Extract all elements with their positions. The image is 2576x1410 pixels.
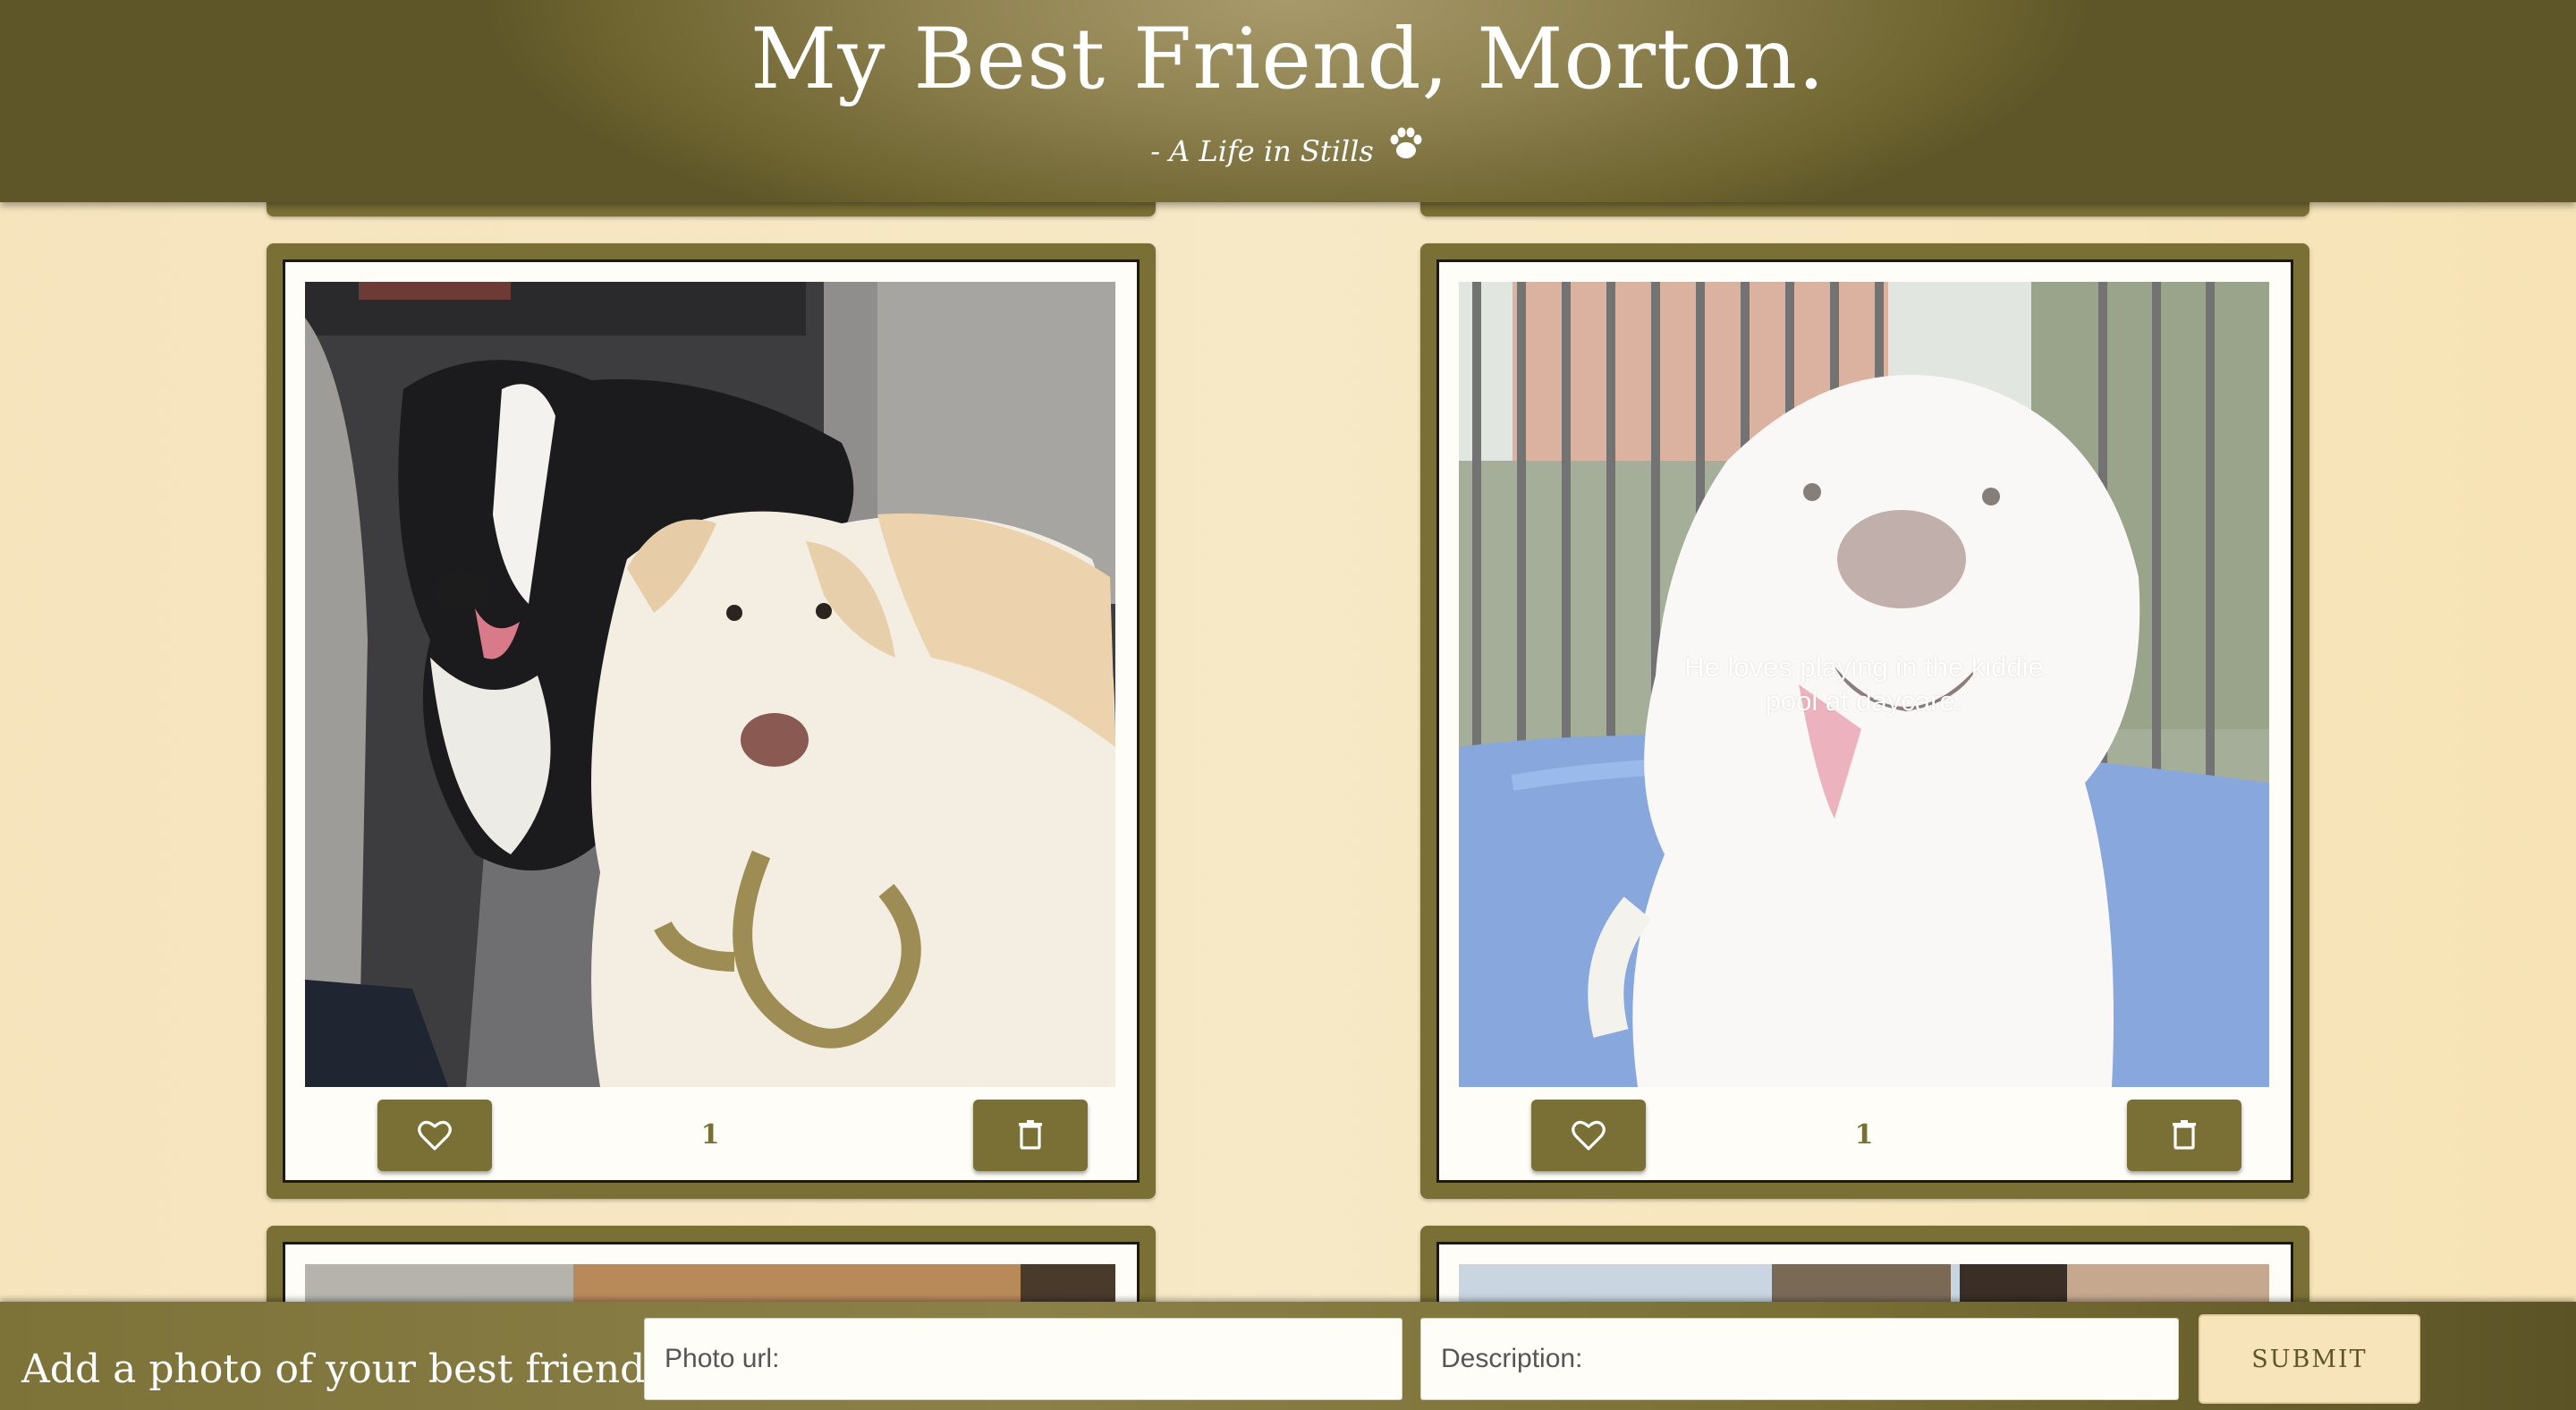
heart-icon bbox=[418, 1120, 452, 1151]
like-count: 1 bbox=[700, 1119, 720, 1151]
description-input[interactable] bbox=[1420, 1318, 2179, 1400]
dog-photo: He loves playing in the kiddie pool at d… bbox=[1459, 282, 2269, 1087]
card-frame: He loves playing in the kiddie pool at d… bbox=[1436, 259, 2293, 1183]
dog-photo bbox=[305, 282, 1115, 1087]
photo-url-input[interactable] bbox=[644, 1318, 1402, 1400]
trash-icon bbox=[1019, 1120, 1042, 1150]
add-photo-form: Add a photo of your best friend... SUBMI… bbox=[0, 1302, 2576, 1410]
caption-overlay: He loves playing in the kiddie pool at d… bbox=[1459, 282, 2269, 1087]
like-button[interactable] bbox=[377, 1100, 492, 1171]
photo-card: He loves playing in the kiddie pool at d… bbox=[1420, 243, 2309, 1199]
heart-icon bbox=[1572, 1120, 1606, 1151]
like-count: 1 bbox=[1854, 1119, 1874, 1151]
like-button[interactable] bbox=[1531, 1100, 1646, 1171]
page-header: My Best Friend, Morton. - A Life in Stil… bbox=[0, 0, 2576, 202]
page-title: My Best Friend, Morton. bbox=[750, 11, 1826, 108]
card-frame: 1 bbox=[283, 259, 1140, 1183]
delete-button[interactable] bbox=[2127, 1100, 2241, 1171]
delete-button[interactable] bbox=[973, 1100, 1088, 1171]
submit-button[interactable]: SUBMIT bbox=[2199, 1314, 2420, 1404]
page-subtitle: - A Life in Stills bbox=[1150, 134, 1374, 168]
form-label: Add a photo of your best friend... bbox=[21, 1346, 683, 1392]
photo-caption: He loves playing in the kiddie pool at d… bbox=[1684, 651, 2044, 717]
subtitle-row: - A Life in Stills bbox=[0, 127, 2576, 168]
trash-icon bbox=[2173, 1120, 2196, 1150]
photo-card: 1 bbox=[267, 243, 1156, 1199]
paw-icon bbox=[1386, 123, 1426, 163]
